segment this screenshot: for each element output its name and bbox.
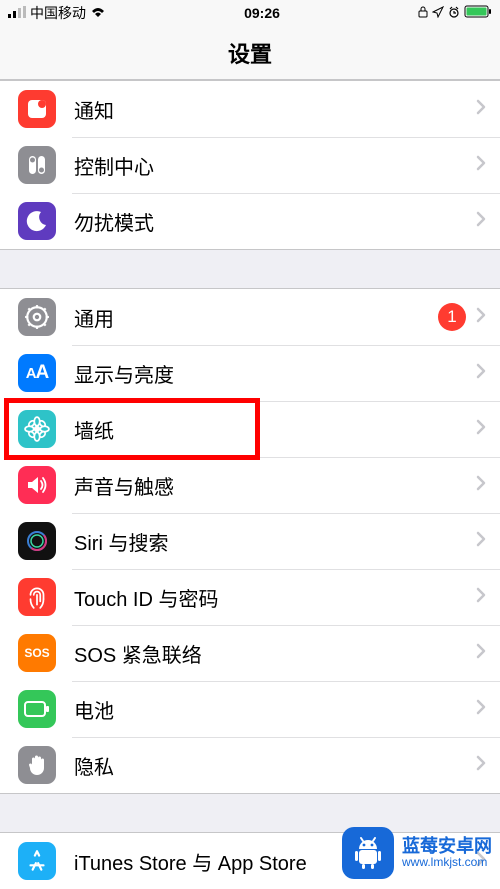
row-label: 通用 bbox=[74, 303, 438, 332]
settings-row-touchid[interactable]: Touch ID 与密码 bbox=[0, 569, 500, 625]
row-label: 控制中心 bbox=[74, 151, 476, 180]
settings-row-siri[interactable]: Siri 与搜索 bbox=[0, 513, 500, 569]
settings-row-display[interactable]: AA 显示与亮度 bbox=[0, 345, 500, 401]
chevron-right-icon bbox=[476, 363, 486, 384]
fingerprint-icon bbox=[18, 578, 56, 616]
signal-icon bbox=[8, 5, 26, 21]
settings-row-control-center[interactable]: 控制中心 bbox=[0, 137, 500, 193]
settings-row-privacy[interactable]: 隐私 bbox=[0, 737, 500, 793]
settings-row-sound[interactable]: 声音与触感 bbox=[0, 457, 500, 513]
chevron-right-icon bbox=[476, 531, 486, 552]
chevron-right-icon bbox=[476, 155, 486, 176]
location-icon bbox=[432, 5, 444, 21]
row-label: 声音与触感 bbox=[74, 471, 476, 500]
watermark-title: 蓝莓安卓网 bbox=[402, 837, 492, 857]
watermark-url: www.lmkjst.com bbox=[402, 856, 492, 869]
chevron-right-icon bbox=[476, 755, 486, 776]
carrier-label: 中国移动 bbox=[30, 3, 86, 23]
alarm-icon bbox=[448, 5, 460, 21]
settings-group: 通用1 AA 显示与亮度墙纸声音与触感 Siri 与搜索 Touch ID 与密码 SOS… bbox=[0, 288, 500, 794]
settings-group: 通知控制中心勿扰模式 bbox=[0, 80, 500, 250]
chevron-right-icon bbox=[476, 475, 486, 496]
nav-bar: 设置 bbox=[0, 26, 500, 80]
gear-icon bbox=[18, 298, 56, 336]
row-label: 墙纸 bbox=[74, 415, 476, 444]
row-label: 隐私 bbox=[74, 751, 476, 780]
watermark-text: 蓝莓安卓网 www.lmkjst.com bbox=[402, 837, 492, 870]
speaker-icon bbox=[18, 466, 56, 504]
notification-badge: 1 bbox=[438, 303, 466, 331]
siri-icon bbox=[18, 522, 56, 560]
row-label: Siri 与搜索 bbox=[74, 527, 476, 556]
chevron-right-icon bbox=[476, 699, 486, 720]
notifications-icon bbox=[18, 90, 56, 128]
settings-row-notifications[interactable]: 通知 bbox=[0, 81, 500, 137]
battery-status-icon bbox=[464, 5, 492, 21]
settings-row-do-not-disturb[interactable]: 勿扰模式 bbox=[0, 193, 500, 249]
chevron-right-icon bbox=[476, 587, 486, 608]
text-size-icon: AA bbox=[18, 354, 56, 392]
chevron-right-icon bbox=[476, 419, 486, 440]
row-label: SOS 紧急联络 bbox=[74, 639, 476, 668]
status-left: 中国移动 bbox=[8, 3, 106, 23]
settings-row-general[interactable]: 通用1 bbox=[0, 289, 500, 345]
settings-row-sos[interactable]: SOS SOS 紧急联络 bbox=[0, 625, 500, 681]
hand-icon bbox=[18, 746, 56, 784]
watermark: 蓝莓安卓网 www.lmkjst.com bbox=[342, 827, 492, 879]
status-time: 09:26 bbox=[244, 5, 280, 21]
row-label: 电池 bbox=[74, 695, 476, 724]
chevron-right-icon bbox=[476, 99, 486, 120]
settings-row-wallpaper[interactable]: 墙纸 bbox=[0, 401, 500, 457]
battery-icon bbox=[18, 690, 56, 728]
moon-icon bbox=[18, 202, 56, 240]
status-bar: 中国移动 09:26 bbox=[0, 0, 500, 26]
row-label: Touch ID 与密码 bbox=[74, 583, 476, 612]
appstore-icon bbox=[18, 842, 56, 880]
row-label: 勿扰模式 bbox=[74, 207, 476, 236]
sos-icon: SOS bbox=[18, 634, 56, 672]
wifi-icon bbox=[90, 5, 106, 21]
page-title: 设置 bbox=[228, 37, 272, 69]
chevron-right-icon bbox=[476, 307, 486, 328]
watermark-icon bbox=[342, 827, 394, 879]
flower-icon bbox=[18, 410, 56, 448]
settings-row-battery[interactable]: 电池 bbox=[0, 681, 500, 737]
control-center-icon bbox=[18, 146, 56, 184]
status-right bbox=[418, 5, 492, 21]
chevron-right-icon bbox=[476, 643, 486, 664]
lock-icon bbox=[418, 5, 428, 21]
chevron-right-icon bbox=[476, 211, 486, 232]
row-label: 通知 bbox=[74, 95, 476, 124]
row-label: 显示与亮度 bbox=[74, 359, 476, 388]
